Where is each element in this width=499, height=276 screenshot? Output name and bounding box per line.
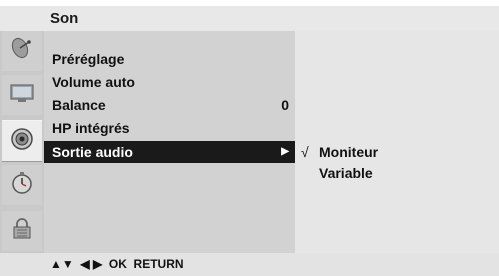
option-label: Moniteur [319, 144, 379, 160]
category-tab-setup[interactable] [2, 31, 42, 71]
picture-monitor-icon [8, 81, 36, 110]
navigation-hint: ▲▼ ◀ ▶ OK RETURN [50, 257, 184, 271]
category-tab-picture[interactable] [2, 75, 42, 115]
option-label: Variable [319, 165, 373, 181]
menu-item-label: Balance [52, 97, 106, 113]
page-title: Son [50, 10, 79, 27]
speaker-icon [9, 126, 35, 157]
title-bar: Son [0, 6, 499, 31]
category-tab-lock[interactable] [2, 211, 42, 251]
menu-item-preset[interactable]: Préréglage [52, 48, 295, 70]
menu-item-audio-output[interactable]: Sortie audio ▶ [44, 141, 295, 163]
lock-icon [9, 216, 35, 247]
menu-item-label: Sortie audio [52, 144, 133, 160]
menu-item-label: HP intégrés [52, 120, 130, 136]
navigation-hint-bar: ▲▼ ◀ ▶ OK RETURN [0, 253, 499, 276]
clock-icon [9, 170, 35, 201]
menu-item-label: Volume auto [52, 74, 135, 90]
option-monitor[interactable]: √ Moniteur [301, 141, 378, 163]
option-variable[interactable]: Variable [301, 162, 373, 184]
audio-output-submenu: √ Moniteur Variable [295, 31, 499, 253]
category-icon-bar [0, 31, 44, 253]
category-tab-time[interactable] [2, 165, 42, 205]
menu-item-balance[interactable]: Balance 0 [52, 94, 295, 116]
menu-item-auto-volume[interactable]: Volume auto [52, 71, 295, 93]
check-mark-icon: √ [301, 144, 309, 160]
submenu-arrow-icon: ▶ [281, 146, 289, 157]
menu-item-internal-speakers[interactable]: HP intégrés [52, 117, 295, 139]
menu-item-label: Préréglage [52, 51, 125, 67]
sound-menu-list: Préréglage Volume auto Balance 0 HP inté… [44, 31, 295, 253]
category-tab-sound[interactable] [2, 120, 42, 162]
balance-value: 0 [281, 97, 289, 113]
satellite-dish-icon [9, 36, 35, 67]
